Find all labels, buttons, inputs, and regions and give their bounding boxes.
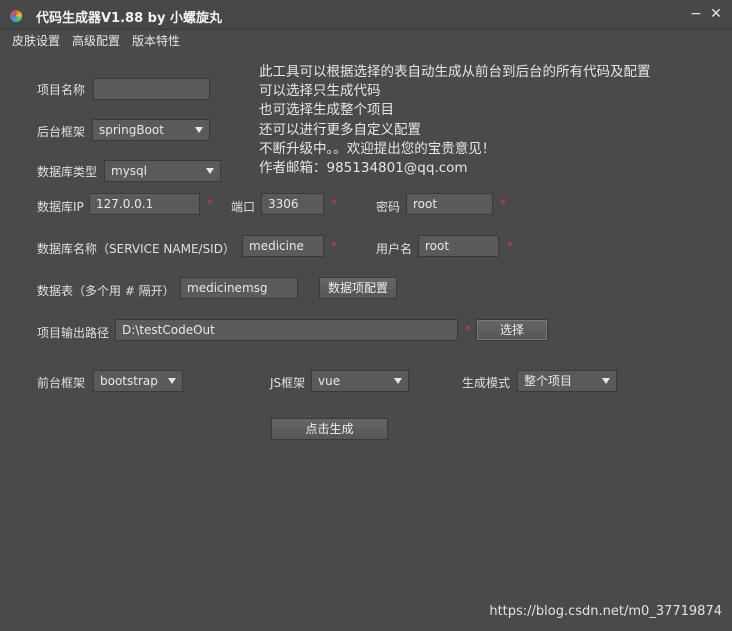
watermark-text: https://blog.csdn.net/m0_37719874 [489, 604, 722, 619]
gen-mode-label: 生成模式 [462, 376, 511, 390]
username-input[interactable] [418, 235, 499, 257]
db-name-label: 数据库名称（SERVICE NAME/SID） [37, 242, 235, 256]
backend-framework-select[interactable]: springBoot [92, 119, 210, 141]
output-path-input[interactable] [115, 319, 458, 341]
info-line: 可以选择只生成代码 [259, 83, 381, 100]
gen-mode-select[interactable]: 整个项目 [517, 370, 617, 392]
project-name-input[interactable] [93, 78, 210, 100]
menu-bar: 皮肤设置 高级配置 版本特性 [0, 30, 732, 50]
required-mark: * [507, 239, 513, 253]
frontend-framework-select[interactable]: bootstrap [93, 370, 183, 392]
gen-mode-value: 整个项目 [524, 374, 573, 388]
info-panel: 此工具可以根据选择的表自动生成从前台到后台的所有代码及配置 可以选择只生成代码 … [259, 63, 651, 178]
menu-version-features[interactable]: 版本特性 [132, 32, 180, 49]
chevron-down-icon [168, 378, 176, 384]
info-line: 不断升级中。。欢迎提出您的宝贵意见！ [259, 140, 496, 157]
chevron-down-icon [195, 127, 203, 133]
db-ip-input[interactable] [89, 193, 200, 215]
js-framework-select[interactable]: vue [311, 370, 409, 392]
output-path-label: 项目输出路径 [37, 326, 110, 340]
menu-skin-settings[interactable]: 皮肤设置 [12, 32, 60, 49]
password-label: 密码 [376, 200, 401, 214]
chevron-down-icon [394, 378, 402, 384]
window-title: 代码生成器V1.88 by 小螺旋丸 [36, 11, 222, 26]
generate-button[interactable]: 点击生成 [271, 418, 388, 440]
chevron-down-icon [602, 378, 610, 384]
chevron-down-icon [206, 168, 214, 174]
tables-input[interactable] [180, 277, 298, 299]
author-email: 作者邮箱：985134801@qq.com [259, 160, 468, 177]
js-framework-value: vue [318, 374, 341, 388]
title-bar: 代码生成器V1.88 by 小螺旋丸 − ✕ [0, 0, 732, 30]
required-mark: * [331, 239, 337, 253]
info-line: 还可以进行更多自定义配置 [259, 121, 421, 138]
port-label: 端口 [231, 200, 256, 214]
info-line: 也可选择生成整个项目 [259, 102, 394, 119]
menu-advanced-config[interactable]: 高级配置 [72, 32, 120, 49]
required-mark: * [331, 197, 337, 211]
close-button[interactable]: ✕ [708, 6, 724, 22]
required-mark: * [465, 323, 471, 337]
db-name-input[interactable] [242, 235, 324, 257]
port-input[interactable] [261, 193, 324, 215]
minimize-button[interactable]: − [688, 6, 704, 22]
required-mark: * [207, 197, 213, 211]
backend-framework-value: springBoot [99, 123, 164, 137]
project-name-label: 项目名称 [37, 83, 86, 97]
password-input[interactable] [406, 193, 493, 215]
data-config-button[interactable]: 数据项配置 [319, 277, 397, 299]
frontend-framework-value: bootstrap [100, 374, 158, 388]
choose-path-button[interactable]: 选择 [476, 319, 548, 341]
username-label: 用户名 [376, 242, 413, 256]
db-type-select[interactable]: mysql [104, 160, 221, 182]
db-ip-label: 数据库IP [37, 200, 84, 214]
db-type-value: mysql [111, 164, 147, 178]
app-logo-icon [10, 10, 22, 22]
tables-label: 数据表（多个用 # 隔开） [37, 284, 175, 298]
backend-framework-label: 后台框架 [37, 125, 86, 139]
js-framework-label: JS框架 [270, 376, 306, 390]
info-line: 此工具可以根据选择的表自动生成从前台到后台的所有代码及配置 [259, 64, 651, 80]
db-type-label: 数据库类型 [37, 165, 98, 179]
required-mark: * [500, 197, 506, 211]
frontend-framework-label: 前台框架 [37, 376, 86, 390]
